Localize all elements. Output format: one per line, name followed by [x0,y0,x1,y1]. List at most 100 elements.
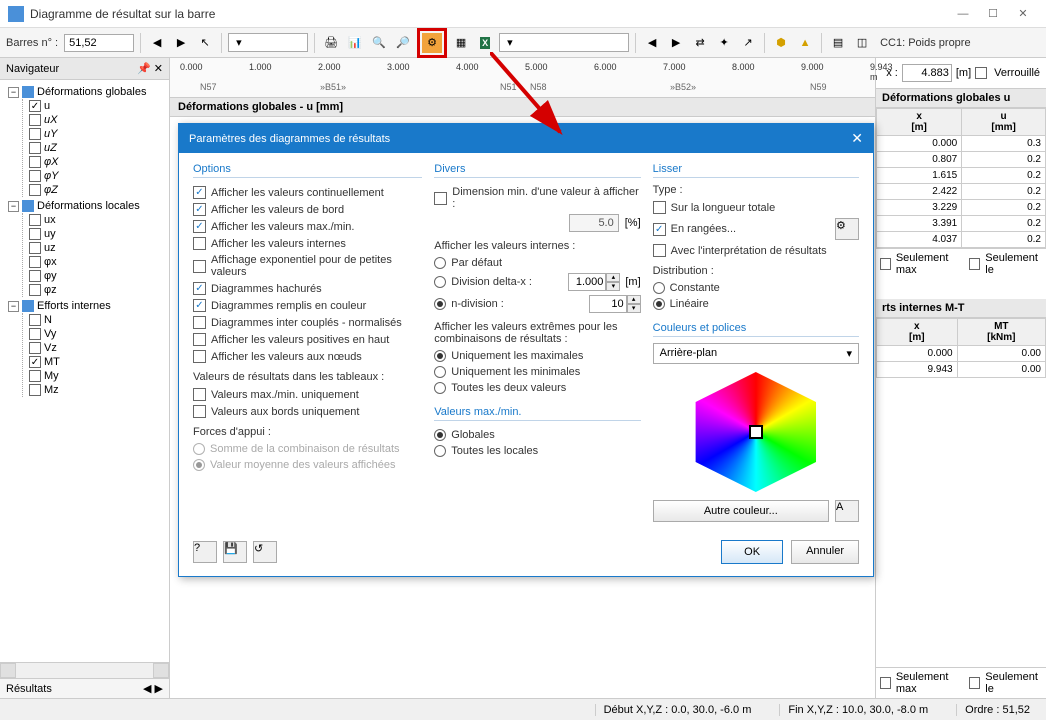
checkbox[interactable] [193,316,206,329]
dim-value-input[interactable] [569,214,619,232]
action5-button[interactable]: ↗ [738,33,758,53]
tree-checkbox[interactable] [29,356,41,368]
tree-group[interactable]: −Efforts internes [8,299,165,313]
tree-item[interactable]: uZ [29,141,165,155]
checkbox[interactable] [193,299,206,312]
tree-item[interactable]: Vy [29,327,165,341]
tree-checkbox[interactable] [29,270,41,282]
nav-pick-button[interactable]: ↖ [195,33,215,53]
checkbox[interactable] [193,388,206,401]
checkbox[interactable] [193,282,206,295]
radio[interactable] [434,276,446,288]
tree-checkbox[interactable] [29,170,41,182]
color-picker-hexagon[interactable] [686,372,826,492]
view-dropdown[interactable]: ▾ [499,33,629,52]
checkbox[interactable] [193,405,206,418]
checkbox[interactable] [193,186,206,199]
tree-item[interactable]: uX [29,113,165,127]
spinner-input[interactable] [589,295,627,313]
checkbox[interactable] [653,201,666,214]
tree-checkbox[interactable] [29,314,41,326]
navigator-footer-arrows[interactable]: ◀ ▶ [143,682,163,695]
tree-checkbox[interactable] [29,256,41,268]
checkbox[interactable] [653,223,666,236]
maximize-button[interactable]: ☐ [978,4,1008,24]
tree-item[interactable]: MT [29,355,165,369]
tree-item[interactable]: My [29,369,165,383]
zoom-out-button[interactable]: 🔎 [393,33,413,53]
tree-item[interactable]: ux [29,213,165,227]
action9-button[interactable]: ◫ [852,33,872,53]
tree-group[interactable]: −Déformations locales [8,199,165,213]
action8-button[interactable]: ▤ [828,33,848,53]
action3-button[interactable]: ⇄ [690,33,710,53]
tree-item[interactable]: φz [29,283,165,297]
diagram-settings-button[interactable]: ⚙ [422,33,442,53]
tree-checkbox[interactable] [29,284,41,296]
help-button[interactable]: ? [193,541,217,563]
checkbox[interactable] [193,350,206,363]
tree-checkbox[interactable] [29,100,41,112]
tree-checkbox[interactable] [29,328,41,340]
checkbox[interactable] [193,260,206,273]
navigator-footer-tab[interactable]: Résultats [6,683,52,695]
ranges-config-button[interactable]: ⚙ [835,218,859,240]
expand-icon[interactable]: − [8,301,19,312]
tree-checkbox[interactable] [29,128,41,140]
radio[interactable] [434,257,446,269]
tree-checkbox[interactable] [29,370,41,382]
save-profile-button[interactable]: 💾 [223,541,247,563]
tree-checkbox[interactable] [29,142,41,154]
navigator-pin-icon[interactable]: 📌 ✕ [137,62,163,75]
action2-button[interactable]: ▶ [666,33,686,53]
checkbox[interactable] [193,220,206,233]
tree-item[interactable]: Vz [29,341,165,355]
checkbox[interactable] [193,203,206,216]
minimize-button[interactable]: — [948,4,978,24]
le-only-check2[interactable] [969,677,980,689]
nav-prev-button[interactable]: ▶ [171,33,191,53]
reset-button[interactable]: ↺ [253,541,277,563]
action4-button[interactable]: ✦ [714,33,734,53]
navigator-scrollbar[interactable] [0,662,169,678]
print-button[interactable]: 🖨 [321,33,341,53]
expand-icon[interactable]: − [8,87,19,98]
tree-checkbox[interactable] [29,242,41,254]
other-color-button[interactable]: Autre couleur... [653,500,829,522]
checkbox[interactable] [193,333,206,346]
tree-checkbox[interactable] [29,228,41,240]
tree-checkbox[interactable] [29,342,41,354]
tree-item[interactable]: N [29,313,165,327]
radio[interactable] [653,298,665,310]
navigator-tree[interactable]: −Déformations globalesuuXuYuZφXφYφZ−Défo… [0,80,169,662]
barres-input[interactable]: 51,52 [64,34,134,52]
max-only-check2[interactable] [880,677,891,689]
tree-item[interactable]: φX [29,155,165,169]
tree-checkbox[interactable] [29,114,41,126]
radio[interactable] [434,382,446,394]
spinner-input[interactable] [568,273,606,291]
radio[interactable] [434,350,446,362]
le-only-check[interactable] [969,258,980,270]
radio[interactable] [434,429,446,441]
tree-checkbox[interactable] [29,214,41,226]
radio[interactable] [653,282,665,294]
tree-item[interactable]: uz [29,241,165,255]
zoom-in-button[interactable]: 🔍 [369,33,389,53]
tree-item[interactable]: u [29,99,165,113]
color-target-select[interactable]: Arrière-plan▾ [653,343,859,364]
radio[interactable] [434,366,446,378]
tree-item[interactable]: φy [29,269,165,283]
dialog-close-button[interactable]: ✕ [851,130,863,147]
lock-checkbox[interactable] [975,67,987,79]
checkbox[interactable] [653,244,666,257]
action1-button[interactable]: ◀ [642,33,662,53]
tree-item[interactable]: φZ [29,183,165,197]
ok-button[interactable]: OK [721,540,783,564]
grid-button[interactable]: ▦ [451,33,471,53]
tree-item[interactable]: Mz [29,383,165,397]
close-button[interactable]: ✕ [1008,4,1038,24]
checkbox[interactable] [193,237,206,250]
radio[interactable] [434,445,446,457]
max-only-check[interactable] [880,258,891,270]
